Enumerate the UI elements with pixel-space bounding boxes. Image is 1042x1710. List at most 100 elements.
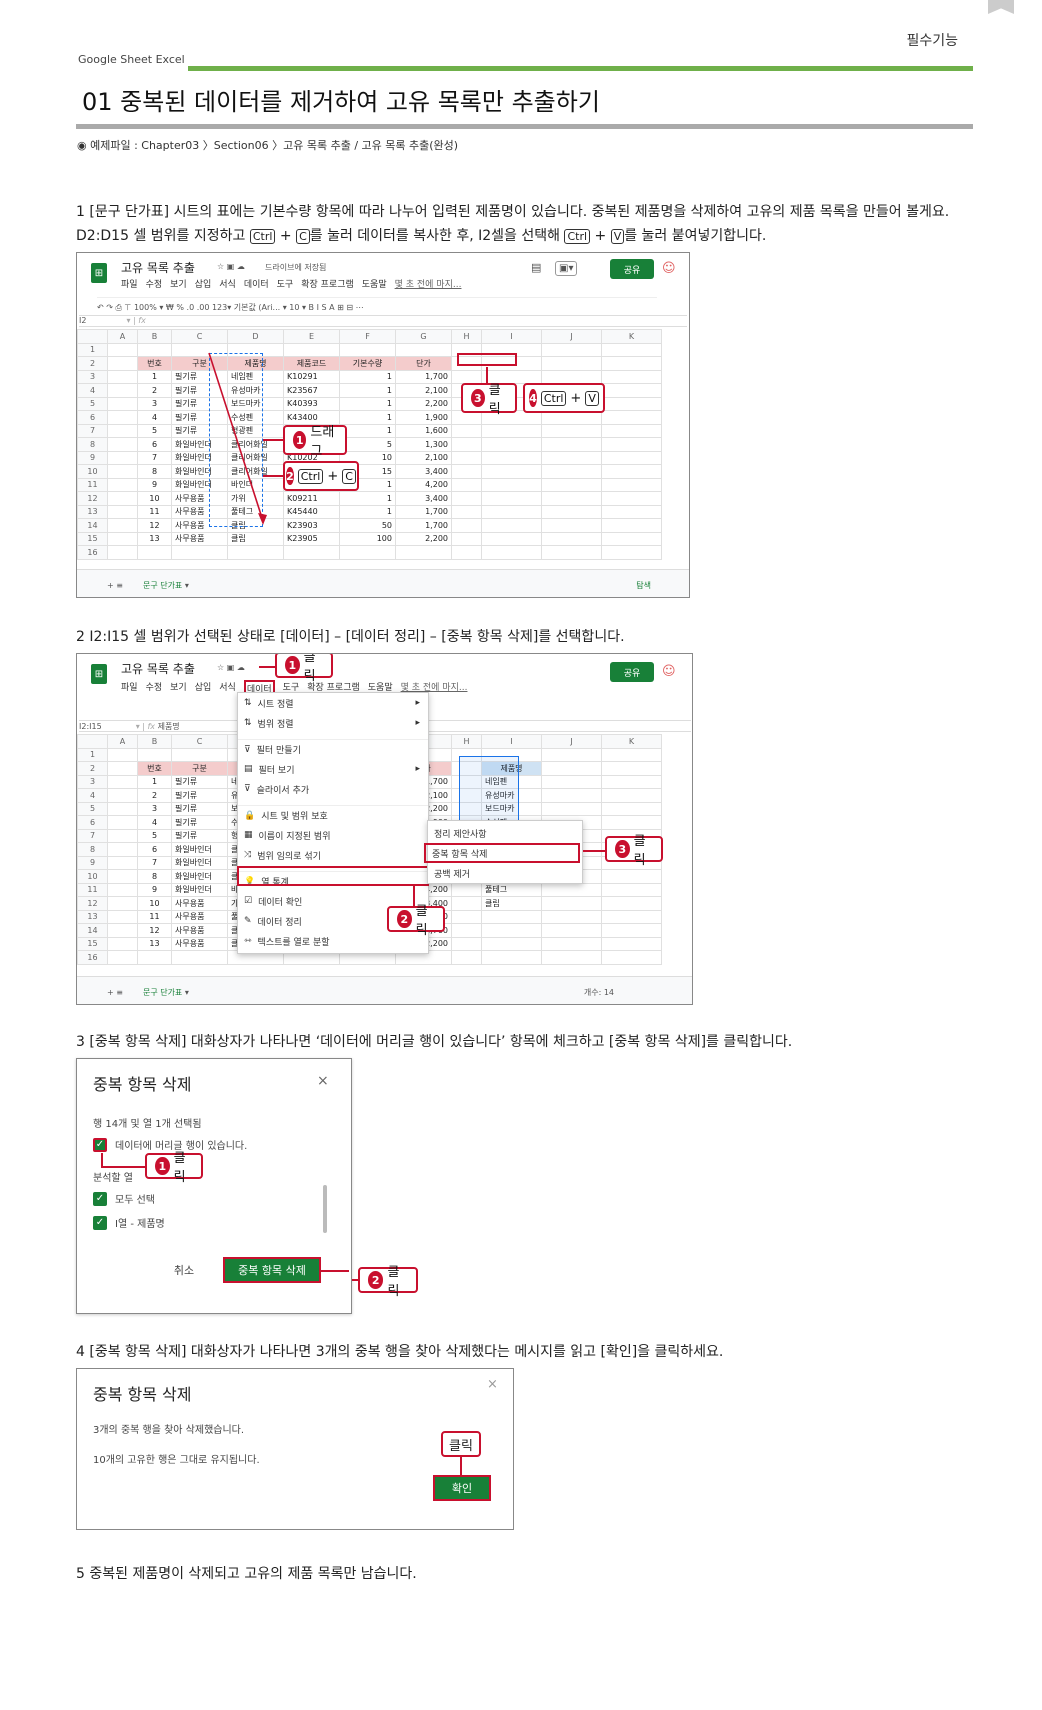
data-menu-item[interactable]: ⇅ 시트 정렬 ▸ xyxy=(238,693,428,713)
cell[interactable] xyxy=(451,909,482,924)
cancel-button[interactable]: 취소 xyxy=(157,1257,211,1283)
row-header[interactable]: 13 xyxy=(77,909,108,924)
cell[interactable]: 사무용품 xyxy=(171,936,228,951)
cell[interactable]: 필기류 xyxy=(171,774,228,789)
column-header[interactable]: K xyxy=(601,734,662,749)
cell[interactable] xyxy=(541,774,602,789)
cell[interactable] xyxy=(601,801,662,816)
cell[interactable] xyxy=(481,923,542,938)
cell[interactable] xyxy=(107,909,138,924)
cell[interactable] xyxy=(601,761,662,776)
cell[interactable] xyxy=(451,882,482,897)
column-header[interactable]: A xyxy=(107,734,138,749)
row-header[interactable]: 14 xyxy=(77,923,108,938)
cell[interactable] xyxy=(481,936,542,951)
cell[interactable] xyxy=(107,774,138,789)
cell[interactable] xyxy=(601,774,662,789)
cell[interactable]: 7 xyxy=(137,855,172,870)
star-icon[interactable]: ☆ ▣ ☁ xyxy=(217,663,245,672)
cell[interactable]: 9 xyxy=(137,882,172,897)
formula-value[interactable]: 제품명 xyxy=(158,722,180,731)
corner-cell[interactable] xyxy=(77,734,108,749)
row-header[interactable]: 12 xyxy=(77,896,108,911)
row-header[interactable]: 8 xyxy=(77,842,108,857)
checkbox-checked-icon[interactable]: ✓ xyxy=(93,1215,107,1230)
i2-cell-highlight[interactable] xyxy=(457,353,517,366)
remove-duplicates-button[interactable]: 중복 항목 삭제 xyxy=(223,1257,321,1283)
cell[interactable] xyxy=(107,869,138,884)
submenu-trim-whitespace[interactable]: 공백 제거 xyxy=(428,863,582,883)
cell[interactable]: 화일바인더 xyxy=(171,882,228,897)
cell[interactable]: 6 xyxy=(137,842,172,857)
row-header[interactable]: 1 xyxy=(77,747,108,762)
cell[interactable]: 필기류 xyxy=(171,815,228,830)
submenu-remove-duplicates[interactable]: 중복 항목 삭제 xyxy=(424,843,580,863)
cell[interactable] xyxy=(171,950,228,965)
cell[interactable]: 구분 xyxy=(171,761,228,776)
cell[interactable]: 필기류 xyxy=(171,801,228,816)
cell[interactable] xyxy=(107,923,138,938)
cell[interactable] xyxy=(541,950,602,965)
close-icon[interactable]: × xyxy=(487,1377,498,1392)
cell[interactable]: 13 xyxy=(137,936,172,951)
cell[interactable] xyxy=(107,761,138,776)
row-header[interactable]: 6 xyxy=(77,815,108,830)
cell[interactable]: 사무용품 xyxy=(171,896,228,911)
cell[interactable] xyxy=(451,950,482,965)
cell[interactable] xyxy=(481,909,542,924)
cell[interactable] xyxy=(451,936,482,951)
select-all-option[interactable]: ✓ 모두 선택 xyxy=(93,1191,155,1206)
cell[interactable] xyxy=(451,896,482,911)
add-sheet-icon[interactable]: + ≡ xyxy=(107,581,123,590)
cell[interactable]: 8 xyxy=(137,869,172,884)
header-row-option[interactable]: ✓ 데이터에 머리글 행이 있습니다. xyxy=(93,1137,247,1152)
cell[interactable]: 12 xyxy=(137,923,172,938)
scrollbar[interactable] xyxy=(323,1185,327,1233)
row-header[interactable]: 11 xyxy=(77,882,108,897)
cell[interactable] xyxy=(601,815,662,830)
data-menu-item[interactable]: ▦ 이름이 지정된 범위 xyxy=(238,825,428,845)
cell[interactable] xyxy=(137,747,172,762)
cell[interactable] xyxy=(541,923,602,938)
row-header[interactable]: 7 xyxy=(77,828,108,843)
data-menu-item[interactable]: ⊽ 슬라이서 추가 xyxy=(238,779,428,799)
data-menu-item[interactable]: ⊽ 필터 만들기 xyxy=(238,739,428,759)
confirm-button[interactable]: 확인 xyxy=(433,1475,491,1501)
column-header[interactable]: C xyxy=(171,734,228,749)
column-header[interactable]: B xyxy=(137,734,172,749)
cell[interactable]: 사무용품 xyxy=(171,923,228,938)
cell[interactable] xyxy=(541,896,602,911)
cell[interactable] xyxy=(107,896,138,911)
cell[interactable] xyxy=(541,747,602,762)
cell[interactable]: 1 xyxy=(137,774,172,789)
cell[interactable] xyxy=(541,801,602,816)
data-menu-item[interactable]: ⇿ 텍스트를 열로 분할 xyxy=(238,931,428,951)
checkbox-checked-icon[interactable]: ✓ xyxy=(93,1137,107,1152)
share-button[interactable]: 공유 xyxy=(610,662,654,682)
cell[interactable] xyxy=(137,950,172,965)
menu-insert[interactable]: 삽입 xyxy=(195,680,212,697)
column-header[interactable]: I xyxy=(481,734,542,749)
cell[interactable] xyxy=(107,815,138,830)
cell[interactable]: 10 xyxy=(137,896,172,911)
close-icon[interactable]: × xyxy=(317,1073,329,1089)
row-header[interactable]: 5 xyxy=(77,801,108,816)
column-header[interactable]: J xyxy=(541,734,602,749)
menu-view[interactable]: 보기 xyxy=(170,680,187,697)
cell[interactable]: 클립 xyxy=(481,896,542,911)
cell[interactable] xyxy=(541,936,602,951)
cell[interactable]: 화일바인더 xyxy=(171,869,228,884)
cell[interactable] xyxy=(601,936,662,951)
checkbox-checked-icon[interactable]: ✓ xyxy=(93,1191,107,1206)
name-box[interactable]: I2:I15 xyxy=(79,722,102,731)
cell[interactable] xyxy=(481,950,542,965)
explore-button[interactable]: 탐색 xyxy=(636,580,651,591)
data-menu-item[interactable]: ⇅ 범위 정렬 ▸ xyxy=(238,713,428,733)
cell[interactable] xyxy=(541,761,602,776)
cell[interactable] xyxy=(601,747,662,762)
submenu-cleanup-suggestions[interactable]: 정리 제안사항 xyxy=(428,823,582,843)
menu-edit[interactable]: 수정 xyxy=(146,680,163,697)
cell[interactable] xyxy=(171,747,228,762)
cell[interactable] xyxy=(541,882,602,897)
row-header[interactable]: 4 xyxy=(77,788,108,803)
